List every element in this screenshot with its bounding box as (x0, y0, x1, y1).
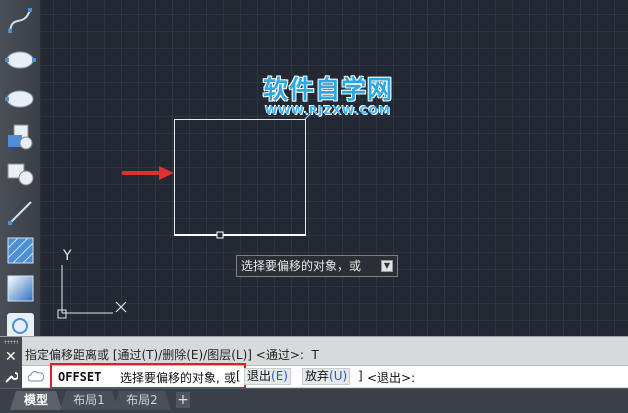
command-line-grip[interactable]: ✕ (0, 337, 22, 389)
layout-tabs-bar: 模型 布局1 布局2 + (0, 388, 628, 413)
option-undo-key: (U) (329, 369, 348, 383)
option-bracket-right: ] (358, 369, 363, 383)
ellipse-arc-icon[interactable] (4, 83, 37, 116)
command-line-panel: ✕ 指定偏移距离或 [通过(T)/删除(E)/图层(L)] <通过>: T OF… (0, 336, 628, 389)
drawing-graphics: Y (57, 107, 317, 319)
insert-block-icon[interactable] (4, 158, 37, 191)
block-icon[interactable] (4, 121, 37, 154)
option-undo-label: 放弃 (305, 369, 330, 383)
option-bracket-left: [ (236, 369, 241, 383)
option-undo-button[interactable]: 放弃(U) (302, 368, 351, 385)
spline-icon[interactable] (4, 4, 37, 37)
watermark: 软件自学网 WWW.RJZXW.COM (263, 70, 393, 117)
grip-point (216, 231, 224, 239)
watermark-url: WWW.RJZXW.COM (265, 104, 391, 117)
square-object (174, 119, 306, 236)
command-prompt: 选择要偏移的对象, (120, 371, 220, 385)
tooltip-dropdown-icon[interactable]: ▼ (381, 260, 393, 272)
draw-toolbar (0, 0, 41, 340)
ucs-y-label: Y (62, 248, 72, 264)
command-input[interactable]: OFFSET 选择要偏移的对象, 或 [ 退出(E) 放弃(U) ] <退出>: (22, 363, 628, 389)
gradient-icon[interactable] (4, 272, 37, 305)
red-arrow-icon (122, 166, 174, 180)
option-exit-label: 退出 (247, 369, 272, 383)
line-icon[interactable] (4, 196, 37, 229)
grip-dots-icon (4, 340, 18, 344)
add-layout-button[interactable]: + (176, 392, 190, 408)
tab-layout2[interactable]: 布局2 (113, 391, 171, 410)
close-icon[interactable]: ✕ (5, 349, 17, 365)
tab-layout1[interactable]: 布局1 (60, 391, 118, 410)
hatch-icon[interactable] (4, 234, 37, 267)
command-default-option: <退出>: (367, 371, 416, 385)
command-name: OFFSET (58, 370, 102, 384)
option-exit-key: (E) (271, 369, 288, 383)
command-or-text: 或 (224, 371, 237, 385)
option-exit-button[interactable]: 退出(E) (244, 368, 291, 385)
tooltip-text: 选择要偏移的对象，或 (241, 259, 362, 273)
tab-model[interactable]: 模型 (10, 391, 62, 410)
command-history-line: 指定偏移距离或 [通过(T)/删除(E)/图层(L)] <通过>: T (25, 348, 319, 362)
selection-tooltip: 选择要偏移的对象，或 ▼ (236, 255, 398, 277)
ellipse-icon[interactable] (4, 44, 37, 77)
ucs-x-label-icon (115, 301, 127, 313)
drawing-canvas[interactable]: Y 软件自学网 WWW.RJZXW.COM 选择要偏移的对象，或 ▼ (41, 0, 628, 336)
watermark-title: 软件自学网 (263, 75, 394, 104)
wrench-icon[interactable] (4, 370, 18, 384)
cloud-icon[interactable] (28, 370, 44, 383)
